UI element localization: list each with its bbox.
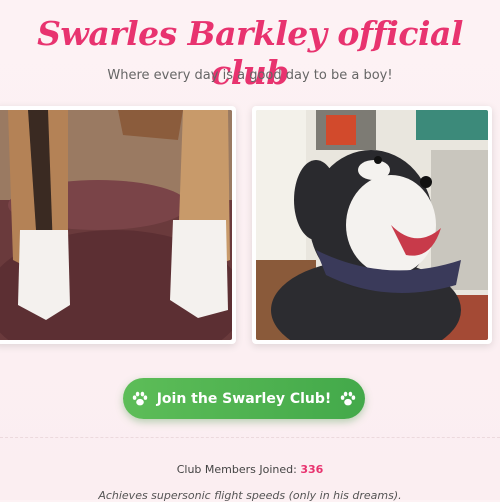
paw-icon	[341, 391, 356, 405]
page-subtitle: Where every day is a good day to be a bo…	[107, 68, 393, 83]
members-counter: Club Members Joined: 336	[0, 463, 500, 476]
smiling-dog-photo	[252, 106, 492, 344]
join-club-label: Join the Swarley Club!	[156, 390, 332, 407]
footer-tagline: Achieves supersonic flight speeds (only …	[98, 489, 402, 502]
paw-icon	[132, 391, 147, 405]
section-divider	[0, 437, 500, 438]
members-label: Club Members Joined:	[176, 463, 297, 476]
dog-paws-photo	[0, 106, 236, 344]
join-club-button[interactable]: Join the Swarley Club!	[123, 378, 365, 419]
members-count: 336	[300, 463, 324, 476]
